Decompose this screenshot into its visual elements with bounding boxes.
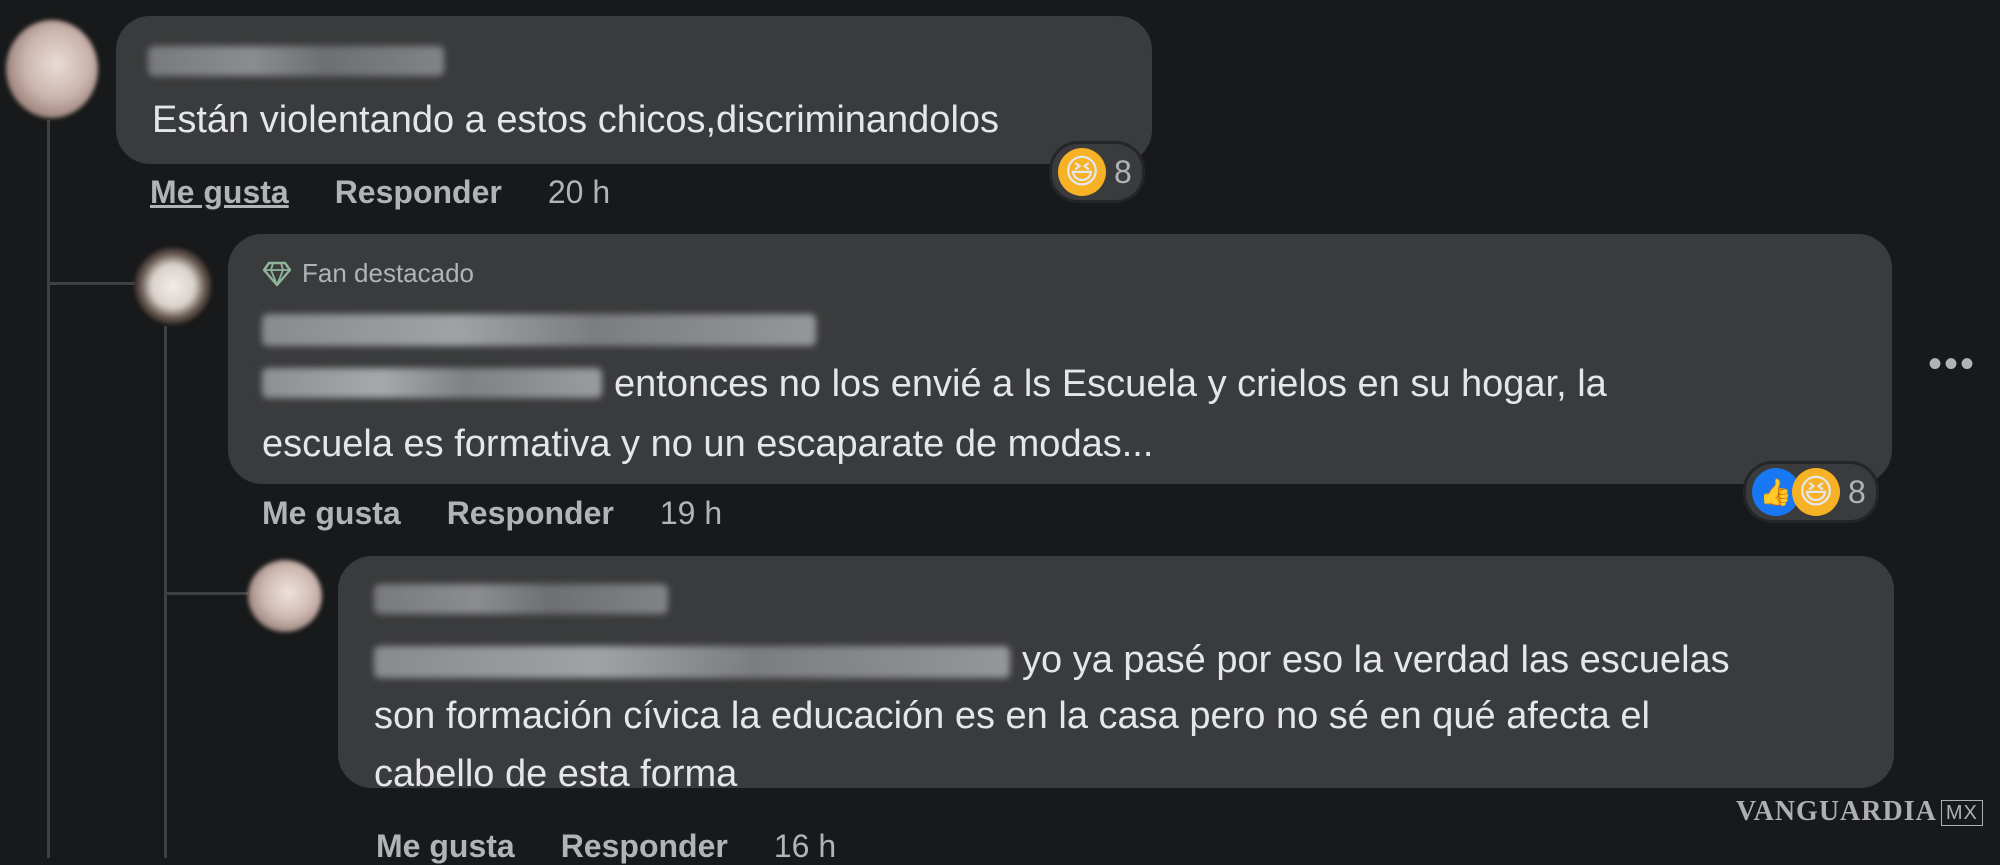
author-name-blurred[interactable] [148, 46, 444, 76]
diamond-icon [262, 261, 292, 286]
like-button[interactable]: Me gusta [262, 495, 401, 532]
author-name-blurred[interactable] [262, 314, 816, 346]
comment-text-line: yo ya pasé por eso la verdad las escuela… [1022, 639, 1730, 681]
reply-button[interactable]: Responder [447, 495, 614, 532]
reply-button[interactable]: Responder [335, 174, 502, 211]
timestamp[interactable]: 20 h [548, 174, 610, 211]
comment-text: Están violentando a estos chicos,discrim… [152, 99, 1000, 141]
badge-label: Fan destacado [302, 258, 475, 288]
comment-text-line: cabello de esta forma [374, 753, 738, 795]
avatar[interactable] [6, 20, 98, 118]
timestamp[interactable]: 19 h [660, 495, 722, 532]
reaction-count: 8 [1848, 473, 1866, 510]
comment-text-line: entonces no los envié a ls Escuela y cri… [614, 363, 1607, 405]
haha-icon: 😆 [1058, 148, 1106, 196]
watermark-logo: VANGUARDIA MX [1736, 796, 1983, 828]
comment-actions: Me gusta Responder 20 h [150, 174, 610, 211]
comment-actions: Me gusta Responder 16 h [376, 828, 836, 865]
timestamp[interactable]: 16 h [774, 828, 836, 865]
watermark-brand: VANGUARDIA [1736, 796, 1937, 827]
reaction-count: 8 [1114, 153, 1132, 190]
top-fan-badge: Fan destacado [262, 258, 474, 289]
watermark-suffix: MX [1940, 800, 1983, 827]
haha-icon: 😆 [1792, 468, 1840, 516]
comment-text-line: son formación cívica la educación es en … [374, 695, 1650, 737]
reply-button[interactable]: Responder [561, 828, 728, 865]
author-name-blurred[interactable] [374, 584, 668, 614]
comment-text-line: escuela es formativa y no un escaparate … [262, 423, 1154, 465]
more-options-icon[interactable]: ••• [1928, 344, 1976, 384]
comment-actions: Me gusta Responder 19 h [262, 495, 722, 532]
reaction-summary[interactable]: 😆 8 [1052, 144, 1142, 200]
mentioned-name-blurred[interactable] [262, 368, 602, 398]
avatar[interactable] [248, 560, 322, 632]
reaction-summary[interactable]: 👍 😆 8 [1746, 464, 1876, 520]
mentioned-name-blurred[interactable] [374, 646, 1010, 678]
like-button[interactable]: Me gusta [150, 174, 289, 211]
thread-line-main [47, 120, 50, 858]
thread-branch-reply-2 [164, 592, 248, 595]
like-button[interactable]: Me gusta [376, 828, 515, 865]
avatar[interactable] [135, 248, 211, 324]
thread-branch-reply-1 [47, 282, 135, 285]
